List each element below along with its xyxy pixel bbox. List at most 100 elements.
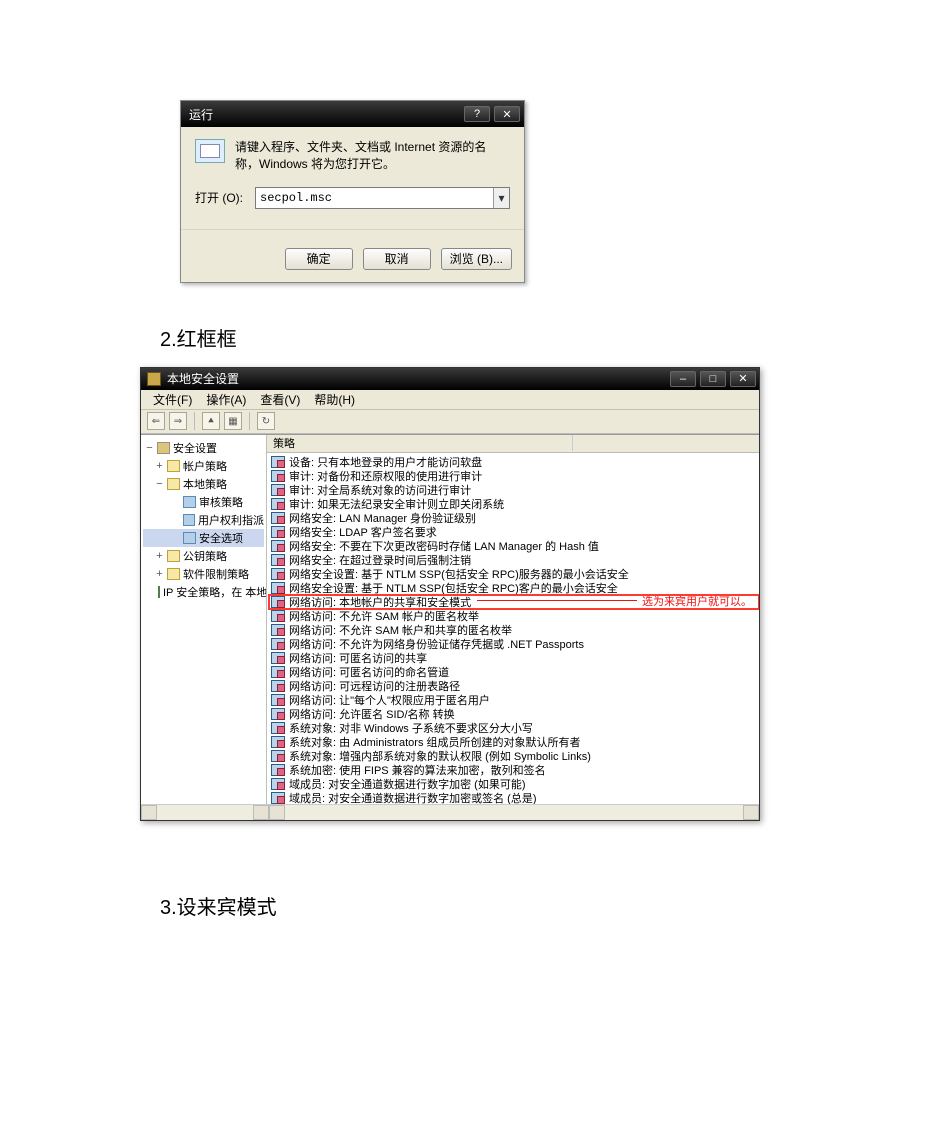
- window-icon: [147, 372, 161, 386]
- policy-icon: [271, 512, 285, 524]
- open-dropdown-button[interactable]: ▾: [493, 188, 509, 208]
- policy-icon: [271, 456, 285, 468]
- policy-icon: [271, 680, 285, 692]
- policy-row[interactable]: 系统对象: 增强内部系统对象的默认权限 (例如 Symbolic Links): [269, 749, 759, 763]
- forward-button[interactable]: ⇒: [169, 412, 187, 430]
- menu-view[interactable]: 查看(V): [254, 389, 306, 410]
- tree-label: 本地策略: [183, 476, 227, 492]
- policy-list-pane[interactable]: 策略 设备: 只有本地登录的用户才能访问软盘审计: 对备份和还原权限的使用进行审…: [267, 435, 759, 804]
- tree-security-options[interactable]: 安全选项: [143, 529, 264, 547]
- close-button[interactable]: ✕: [494, 106, 520, 122]
- scrollbar-area: [141, 804, 759, 820]
- policy-icon: [271, 792, 285, 804]
- policy-row[interactable]: 审计: 对备份和还原权限的使用进行审计: [269, 469, 759, 483]
- browse-button[interactable]: 浏览 (B)...: [441, 248, 512, 270]
- tree-label: 审核策略: [199, 494, 243, 510]
- policy-row[interactable]: 设备: 只有本地登录的用户才能访问软盘: [269, 455, 759, 469]
- tree-scroll-right[interactable]: [253, 805, 269, 820]
- col-policy[interactable]: 策略: [273, 435, 573, 451]
- policy-icon: [271, 736, 285, 748]
- policy-icon: [271, 624, 285, 636]
- secpol-window: 本地安全设置 – □ ✕ 文件(F) 操作(A) 查看(V) 帮助(H) ⇐ ⇒…: [140, 367, 760, 821]
- list-scroll-left[interactable]: [269, 805, 285, 820]
- tree-pane[interactable]: − 安全设置 + 帐户策略 − 本地策略 审核策略 用户权利指派: [141, 435, 267, 804]
- tree-software-restriction[interactable]: + 软件限制策略: [143, 565, 264, 583]
- policy-row[interactable]: 系统加密: 使用 FIPS 兼容的算法来加密，散列和签名: [269, 763, 759, 777]
- policy-list: 设备: 只有本地登录的用户才能访问软盘审计: 对备份和还原权限的使用进行审计审计…: [267, 453, 759, 804]
- policy-icon: [271, 778, 285, 790]
- policy-icon: [271, 666, 285, 678]
- policy-row[interactable]: 网络访问: 可远程访问的注册表路径: [269, 679, 759, 693]
- policy-row[interactable]: 网络安全: 不要在下次更改密码时存储 LAN Manager 的 Hash 值: [269, 539, 759, 553]
- menu-file[interactable]: 文件(F): [147, 389, 198, 410]
- tree-label: 帐户策略: [183, 458, 227, 474]
- refresh-button[interactable]: ↻: [257, 412, 275, 430]
- policy-row[interactable]: 网络安全: LDAP 客户签名要求: [269, 525, 759, 539]
- tree-user-rights[interactable]: 用户权利指派: [143, 511, 264, 529]
- tree-root[interactable]: − 安全设置: [143, 439, 264, 457]
- policy-row[interactable]: 网络访问: 不允许 SAM 帐户的匿名枚举: [269, 609, 759, 623]
- step2-label: 2.红框框: [160, 323, 945, 352]
- tree-audit-policy[interactable]: 审核策略: [143, 493, 264, 511]
- policy-icon: [271, 554, 285, 566]
- menu-bar: 文件(F) 操作(A) 查看(V) 帮助(H): [141, 390, 759, 410]
- minimize-button[interactable]: –: [670, 371, 696, 387]
- ok-button[interactable]: 确定: [285, 248, 353, 270]
- list-scroll-track[interactable]: [285, 805, 743, 820]
- tree-ip-security[interactable]: IP 安全策略，在 本地计: [143, 583, 264, 601]
- up-button[interactable]: ⯅: [202, 412, 220, 430]
- back-button[interactable]: ⇐: [147, 412, 165, 430]
- policy-icon: [271, 568, 285, 580]
- policy-row[interactable]: 审计: 对全局系统对象的访问进行审计: [269, 483, 759, 497]
- tree-local-policies[interactable]: − 本地策略: [143, 475, 264, 493]
- menu-action[interactable]: 操作(A): [200, 389, 252, 410]
- properties-button[interactable]: ▦: [224, 412, 242, 430]
- policy-row[interactable]: 域成员: 对安全通道数据进行数字加密 (如果可能): [269, 777, 759, 791]
- policy-icon: [271, 638, 285, 650]
- policy-row[interactable]: 网络访问: 可匿名访问的命名管道: [269, 665, 759, 679]
- policy-row[interactable]: 网络访问: 可匿名访问的共享: [269, 651, 759, 665]
- run-titlebar: 运行 ? ✕: [181, 101, 524, 127]
- list-scroll-right[interactable]: [743, 805, 759, 820]
- policy-row[interactable]: 系统对象: 由 Administrators 组成员所创建的对象默认所有者: [269, 735, 759, 749]
- policy-row[interactable]: 网络安全设置: 基于 NTLM SSP(包括安全 RPC)服务器的最小会话安全: [269, 567, 759, 581]
- policy-icon: [271, 764, 285, 776]
- tree-public-key[interactable]: + 公钥策略: [143, 547, 264, 565]
- run-dialog: 运行 ? ✕ 请键入程序、文件夹、文档或 Internet 资源的名称，Wind…: [180, 100, 525, 283]
- policy-row[interactable]: 网络安全设置: 基于 NTLM SSP(包括安全 RPC)客户的最小会话安全: [269, 581, 759, 595]
- policy-icon: [271, 596, 285, 608]
- policy-row[interactable]: 网络访问: 允许匿名 SID/名称 转换: [269, 707, 759, 721]
- tree-account-policies[interactable]: + 帐户策略: [143, 457, 264, 475]
- tree-scroll-left[interactable]: [141, 805, 157, 820]
- policy-row[interactable]: 网络访问: 让"每个人"权限应用于匿名用户: [269, 693, 759, 707]
- policy-icon: [271, 694, 285, 706]
- policy-icon: [271, 610, 285, 622]
- tree-scroll-track[interactable]: [157, 805, 253, 820]
- policy-row[interactable]: 系统对象: 对非 Windows 子系统不要求区分大小写: [269, 721, 759, 735]
- policy-row[interactable]: 网络访问: 不允许为网络身份验证储存凭据或 .NET Passports: [269, 637, 759, 651]
- list-header[interactable]: 策略: [267, 435, 759, 453]
- menu-help[interactable]: 帮助(H): [308, 389, 361, 410]
- tree-label: 公钥策略: [183, 548, 227, 564]
- policy-row[interactable]: 审计: 如果无法纪录安全审计则立即关闭系统: [269, 497, 759, 511]
- policy-row[interactable]: 网络访问: 本地帐户的共享和安全模式: [269, 595, 759, 609]
- open-combobox[interactable]: ▾: [255, 187, 510, 209]
- policy-icon: [271, 484, 285, 496]
- run-dialog-title: 运行: [189, 106, 213, 123]
- maximize-button[interactable]: □: [700, 371, 726, 387]
- policy-icon: [271, 652, 285, 664]
- policy-row[interactable]: 域成员: 对安全通道数据进行数字加密或签名 (总是): [269, 791, 759, 804]
- tree-label: 安全选项: [199, 530, 243, 546]
- policy-row[interactable]: 网络安全: 在超过登录时间后强制注销: [269, 553, 759, 567]
- close-button[interactable]: ✕: [730, 371, 756, 387]
- toolbar: ⇐ ⇒ ⯅ ▦ ↻: [141, 410, 759, 434]
- tree-label: 软件限制策略: [183, 566, 249, 582]
- help-button[interactable]: ?: [464, 106, 490, 122]
- cancel-button[interactable]: 取消: [363, 248, 431, 270]
- run-description: 请键入程序、文件夹、文档或 Internet 资源的名称，Windows 将为您…: [235, 139, 510, 173]
- policy-row[interactable]: 网络安全: LAN Manager 身份验证级别: [269, 511, 759, 525]
- policy-icon: [271, 708, 285, 720]
- open-input[interactable]: [256, 188, 493, 208]
- policy-row[interactable]: 网络访问: 不允许 SAM 帐户和共享的匿名枚举: [269, 623, 759, 637]
- tree-label: IP 安全策略，在 本地计: [163, 584, 267, 600]
